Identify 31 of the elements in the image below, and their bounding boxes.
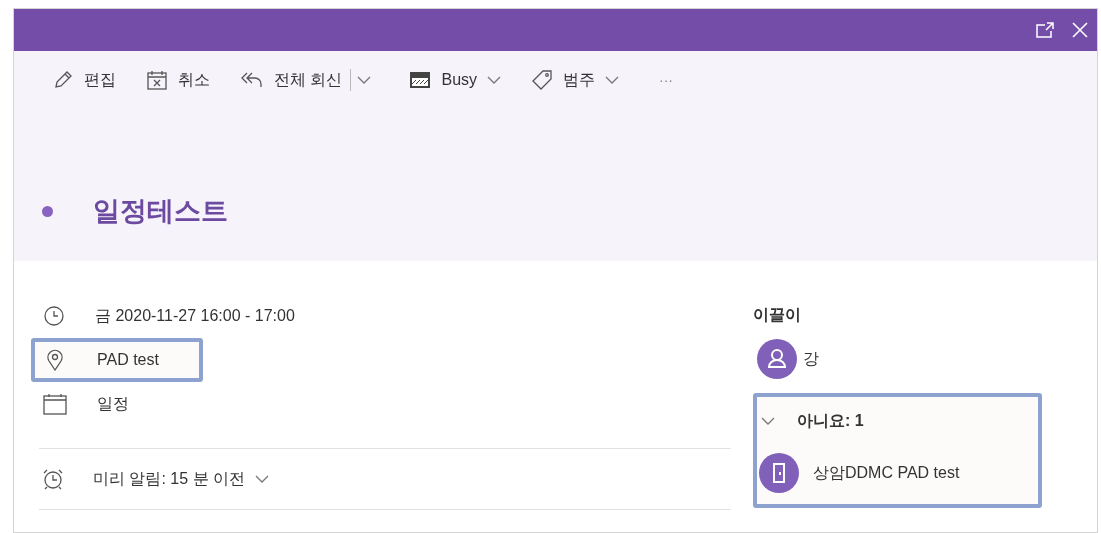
reminder-dropdown[interactable]: 미리 알림: 15 분 이전 (93, 467, 270, 491)
busy-dropdown[interactable]: Busy (409, 68, 502, 92)
person-avatar-icon (757, 339, 797, 379)
attendee-name: 상암DDMC PAD test (813, 463, 960, 483)
calendar-x-icon (146, 69, 168, 91)
organizer-name: 강 (803, 349, 819, 369)
chevron-down-icon (761, 417, 775, 425)
close-icon[interactable] (1071, 21, 1089, 39)
reply-options-dropdown[interactable] (350, 69, 372, 91)
event-title: 일정테스트 (93, 195, 228, 228)
edit-button[interactable]: 편집 (52, 68, 116, 92)
calendar-name: 일정 (97, 394, 129, 414)
event-location: PAD test (97, 350, 159, 370)
cancel-button[interactable]: 취소 (146, 68, 210, 92)
reply-all-button[interactable]: 전체 회신 (240, 68, 343, 92)
reply-all-icon (240, 70, 264, 90)
alarm-clock-icon (41, 468, 65, 490)
tag-icon (531, 69, 554, 91)
clock-icon (43, 305, 65, 327)
category-dropdown[interactable]: 범주 (531, 68, 620, 92)
chevron-down-icon (357, 76, 372, 84)
room-avatar-icon (759, 453, 799, 493)
busy-status-icon (409, 71, 432, 89)
chevron-down-icon (255, 475, 270, 483)
location-pin-icon (44, 349, 66, 371)
pencil-icon (52, 69, 74, 91)
event-time: 금 2020-11-27 16:00 - 17:00 (95, 306, 295, 326)
calendar-icon (43, 393, 67, 415)
pop-out-icon[interactable] (1035, 21, 1055, 39)
declined-group-toggle[interactable]: 아니요: 1 (757, 403, 1038, 439)
organizer-heading: 이끌이 (753, 305, 802, 325)
